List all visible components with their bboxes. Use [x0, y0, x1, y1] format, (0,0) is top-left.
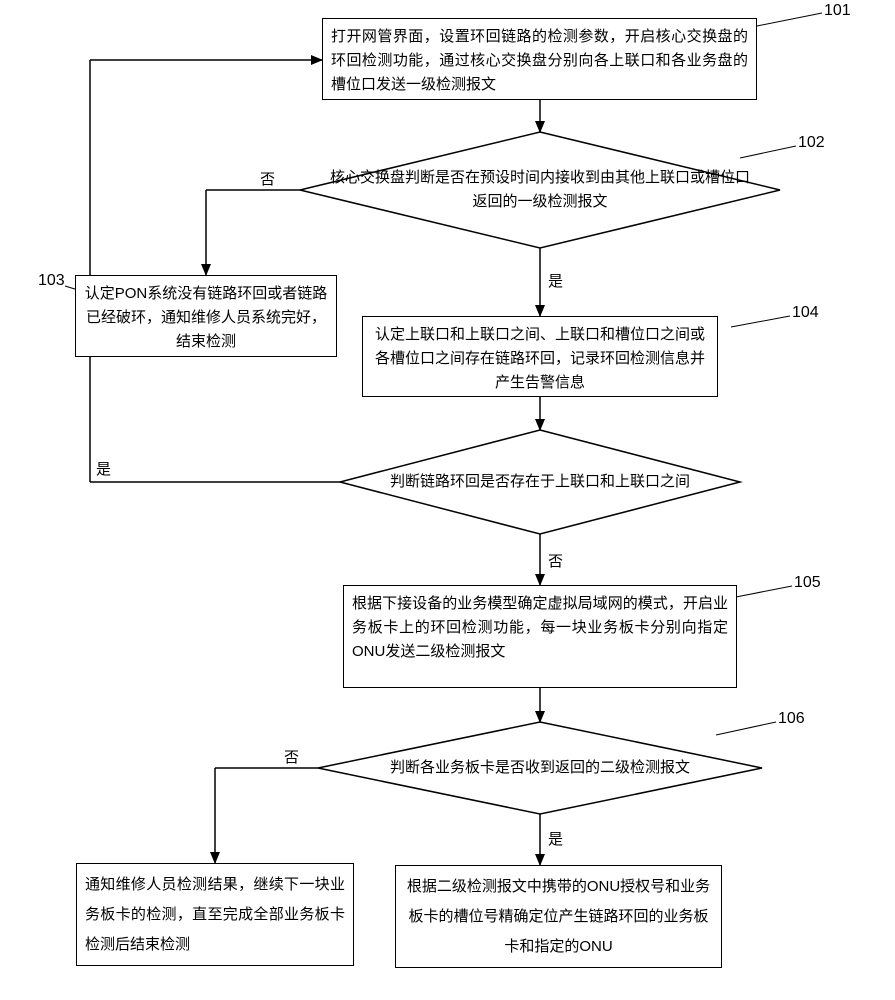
process-105-text: 根据下接设备的业务模型确定虚拟局域网的模式，开启业务板卡上的环回检测功能，每一块… — [352, 595, 728, 660]
process-107-text: 通知维修人员检测结果，继续下一块业务板卡的检测，直至完成全部业务板卡检测后结束检… — [85, 876, 345, 953]
decision-d2-text: 判断链路环回是否存在于上联口和上联口之间 — [360, 470, 720, 494]
process-108: 根据二级检测报文中携带的ONU授权号和业务板卡的槽位号精确定位产生链路环回的业务… — [395, 865, 722, 968]
decision-d2: 判断链路环回是否存在于上联口和上联口之间 — [340, 430, 740, 534]
decision-102-text: 核心交换盘判断是否在预设时间内接收到由其他上联口或槽位口返回的一级检测报文 — [300, 166, 780, 214]
process-103-text: 认定PON系统没有链路环回或者链路已经破环，通知维修人员系统完好，结束检测 — [85, 285, 328, 350]
ref-106: 106 — [778, 710, 805, 728]
label-yes-d2: 是 — [96, 458, 111, 479]
decision-106: 判断各业务板卡是否收到返回的二级检测报文 — [318, 722, 762, 814]
ref-103: 103 — [38, 272, 65, 290]
ref-104: 104 — [792, 304, 819, 322]
process-105: 根据下接设备的业务模型确定虚拟局域网的模式，开启业务板卡上的环回检测功能，每一块… — [343, 585, 737, 688]
label-no-d2: 否 — [548, 550, 563, 571]
decision-102: 核心交换盘判断是否在预设时间内接收到由其他上联口或槽位口返回的一级检测报文 — [300, 132, 780, 248]
decision-106-text: 判断各业务板卡是否收到返回的二级检测报文 — [360, 756, 720, 780]
ref-101: 101 — [824, 2, 851, 20]
label-no-102: 否 — [260, 168, 275, 189]
process-104: 认定上联口和上联口之间、上联口和槽位口之间或各槽位口之间存在链路环回，记录环回检… — [362, 316, 718, 397]
label-no-106: 否 — [284, 746, 299, 767]
label-yes-102: 是 — [548, 270, 563, 291]
ref-102: 102 — [798, 134, 825, 152]
process-107: 通知维修人员检测结果，继续下一块业务板卡的检测，直至完成全部业务板卡检测后结束检… — [76, 863, 354, 966]
process-104-text: 认定上联口和上联口之间、上联口和槽位口之间或各槽位口之间存在链路环回，记录环回检… — [375, 326, 705, 391]
ref-105: 105 — [794, 574, 821, 592]
process-108-text: 根据二级检测报文中携带的ONU授权号和业务板卡的槽位号精确定位产生链路环回的业务… — [407, 878, 710, 955]
process-101: 打开网管界面，设置环回链路的检测参数，开启核心交换盘的环回检测功能，通过核心交换… — [322, 18, 757, 100]
label-yes-106: 是 — [548, 828, 563, 849]
process-103: 认定PON系统没有链路环回或者链路已经破环，通知维修人员系统完好，结束检测 — [75, 275, 337, 357]
process-101-text: 打开网管界面，设置环回链路的检测参数，开启核心交换盘的环回检测功能，通过核心交换… — [331, 28, 748, 93]
